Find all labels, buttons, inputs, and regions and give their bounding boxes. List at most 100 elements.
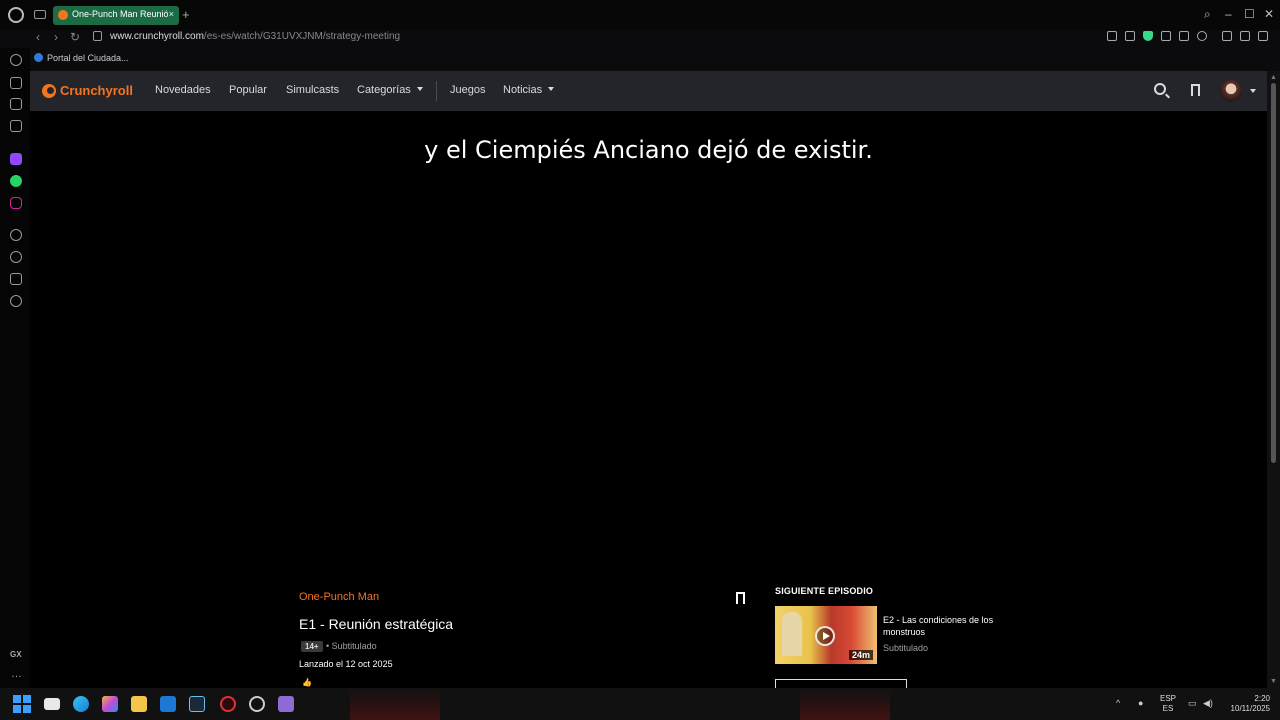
opera-logo-icon[interactable] <box>8 7 24 23</box>
sidebar-settings-icon[interactable] <box>10 295 22 307</box>
search-icon[interactable] <box>1154 83 1166 95</box>
sidebar-more-icon[interactable]: … <box>11 668 22 680</box>
tab-islands-icon[interactable] <box>34 10 46 19</box>
close-window-icon[interactable]: ✕ <box>1264 8 1274 20</box>
browser-window: One-Punch Man Reunión × + ⌕ – ☐ ✕ ‹ › ↻ … <box>0 0 1280 688</box>
sidebar-m-icon[interactable] <box>10 120 22 132</box>
next-episode-title[interactable]: E2 - Las condiciones de los monstruos <box>883 614 1013 638</box>
series-link[interactable]: One-Punch Man <box>299 591 379 603</box>
sidebar-extensions-icon[interactable] <box>10 273 22 285</box>
clock-date: 10/11/2025 <box>1230 704 1270 713</box>
player-icon[interactable] <box>1179 31 1189 41</box>
avatar[interactable] <box>1220 80 1242 102</box>
nav-categorias-label: Categorías <box>357 84 411 96</box>
nav-popular[interactable]: Popular <box>229 84 267 96</box>
minimize-icon[interactable]: – <box>1225 8 1232 20</box>
episode-title: E1 - Reunión estratégica <box>299 616 454 632</box>
scroll-up-icon[interactable]: ▲ <box>1270 74 1277 81</box>
crunchyroll-favicon-icon <box>58 10 68 20</box>
release-date: Lanzado el 12 oct 2025 <box>299 659 393 669</box>
play-icon <box>815 626 835 646</box>
wallpaper-glow <box>800 688 890 720</box>
scroll-down-icon[interactable]: ▼ <box>1270 678 1277 685</box>
nav-simulcasts[interactable]: Simulcasts <box>286 84 339 96</box>
chevron-down-icon <box>548 87 555 91</box>
thumbnail-character <box>782 612 802 656</box>
sidebar-instagram-icon[interactable] <box>10 197 22 209</box>
account-icon[interactable] <box>1222 31 1232 41</box>
next-episode-label: SIGUIENTE EPISODIO <box>775 586 874 596</box>
crunchyroll-logo-icon <box>42 84 56 98</box>
bookmark-favicon-icon <box>34 53 43 62</box>
page-viewport: Crunchyroll Novedades Popular Simulcasts… <box>30 71 1267 688</box>
sidebar-history-icon[interactable] <box>10 251 22 263</box>
video-subtitle: y el Ciempiés Anciano dejó de existir. <box>424 136 873 164</box>
clock-time: 2:20 <box>1254 694 1270 703</box>
like-icon[interactable]: 👍 <box>302 678 312 687</box>
tab-active[interactable]: One-Punch Man Reunión × <box>53 6 179 25</box>
sidebar-speed-dial-icon[interactable] <box>10 54 22 66</box>
volume-icon[interactable]: ◀) <box>1203 698 1213 709</box>
sidebar-gx-label[interactable]: GX <box>10 650 22 659</box>
nav-juegos[interactable]: Juegos <box>450 84 485 96</box>
tab-title: One-Punch Man Reunión <box>72 9 168 19</box>
sidebar-gx-corner-icon[interactable] <box>10 77 22 89</box>
system-clock[interactable]: 2:20 10/11/2025 <box>1222 694 1270 714</box>
back-icon[interactable]: ‹ <box>36 30 40 44</box>
mail-icon[interactable] <box>160 696 176 712</box>
translate-icon[interactable] <box>1161 31 1171 41</box>
app-icon[interactable] <box>249 696 265 712</box>
opera-gx-icon[interactable] <box>220 696 236 712</box>
menu-icon[interactable] <box>1258 31 1268 41</box>
site-header: Crunchyroll Novedades Popular Simulcasts… <box>30 71 1267 111</box>
steam-icon[interactable] <box>189 696 205 712</box>
duration-badge: 24m <box>848 650 873 660</box>
forward-icon[interactable]: › <box>54 30 58 44</box>
new-tab-icon[interactable]: + <box>182 8 190 21</box>
file-explorer-icon[interactable] <box>131 696 147 712</box>
network-icon[interactable]: ▭ <box>1188 698 1197 709</box>
app-purple-icon[interactable] <box>278 696 294 712</box>
sidebar-player-icon[interactable] <box>10 229 22 241</box>
bookmark-label: Portal del Ciudada... <box>47 53 129 63</box>
snapshot-icon[interactable] <box>1125 31 1135 41</box>
page-scrollbar[interactable]: ▲ ▼ <box>1267 71 1280 688</box>
copilot-icon[interactable] <box>102 696 118 712</box>
episode-bookmark-icon[interactable] <box>736 592 745 604</box>
download-icon[interactable] <box>1240 31 1250 41</box>
keyboard-code: ES <box>1162 704 1174 713</box>
start-icon[interactable] <box>13 695 31 713</box>
adblock-shield-icon[interactable] <box>1143 31 1153 41</box>
maximize-icon[interactable]: ☐ <box>1244 8 1255 20</box>
language-code: ESP <box>1160 694 1177 703</box>
chevron-down-icon <box>416 87 423 91</box>
edge-icon[interactable] <box>73 696 89 712</box>
address-bar[interactable]: www.crunchyroll.com/es-es/watch/G31UVXJN… <box>110 31 400 42</box>
reload-icon[interactable]: ↻ <box>70 30 80 44</box>
pin-icon[interactable] <box>1107 31 1117 41</box>
scrollbar-thumb[interactable] <box>1271 83 1276 463</box>
task-view-icon[interactable] <box>44 698 60 710</box>
audio-type: • Subtitulado <box>326 641 377 651</box>
wallpaper-glow <box>350 688 440 720</box>
nav-noticias[interactable]: Noticias <box>503 84 555 96</box>
watchlist-bookmark-icon[interactable] <box>1191 84 1200 96</box>
bookmark-item[interactable]: Portal del Ciudada... <box>34 53 129 63</box>
tray-chevron-up-icon[interactable]: ^ <box>1116 698 1120 708</box>
tab-close-icon[interactable]: × <box>169 9 174 19</box>
nav-novedades[interactable]: Novedades <box>155 84 211 96</box>
sidebar-news-icon[interactable] <box>10 98 22 110</box>
search-tabs-icon[interactable]: ⌕ <box>1204 8 1211 20</box>
sidebar-twitch-icon[interactable] <box>10 153 22 165</box>
favorites-heart-icon[interactable] <box>1197 31 1207 41</box>
microphone-icon[interactable]: ● <box>1138 698 1143 708</box>
lock-icon[interactable] <box>93 31 102 41</box>
profile-chevron-down-icon[interactable] <box>1250 89 1256 93</box>
next-episode-thumbnail[interactable]: 24m <box>775 606 877 664</box>
tab-bar: One-Punch Man Reunión × + ⌕ – ☐ ✕ <box>0 0 1280 30</box>
nav-categorias[interactable]: Categorías <box>357 84 423 96</box>
url-host: www.crunchyroll.com <box>110 31 204 42</box>
input-language[interactable]: ESP ES <box>1160 694 1176 714</box>
more-episodes-button[interactable] <box>775 679 907 688</box>
sidebar-whatsapp-icon[interactable] <box>10 175 22 187</box>
